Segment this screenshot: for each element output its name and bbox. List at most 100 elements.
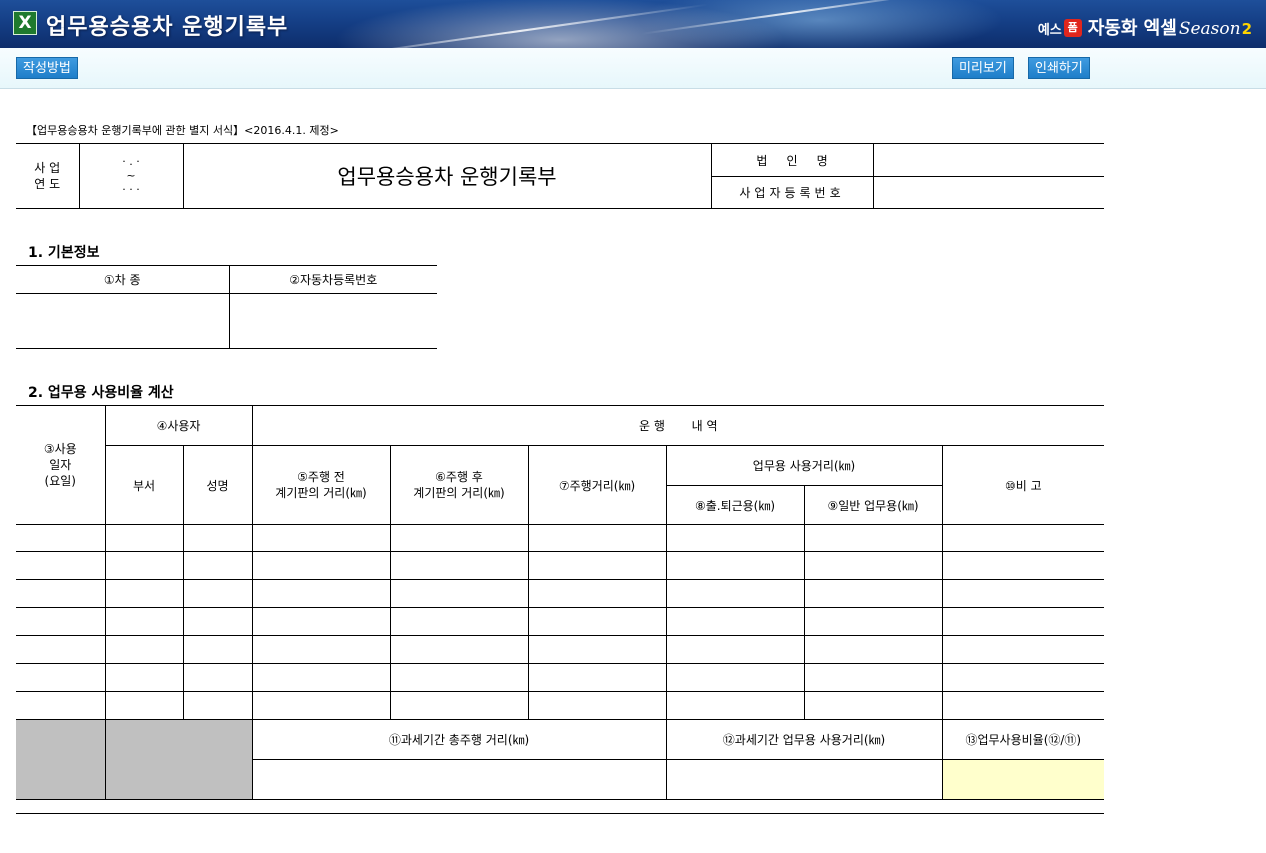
name-cell[interactable] (182, 663, 253, 692)
total-business-header: ⑫과세기간 업무용 사용거리(㎞) (665, 719, 943, 760)
note-cell[interactable] (941, 524, 1105, 552)
distance-cell[interactable] (527, 607, 667, 636)
table-row (16, 663, 1105, 692)
total-distance-header: ⑪과세기간 총주행 거리(㎞) (251, 719, 667, 760)
note-header: ⑩비 고 (941, 445, 1105, 525)
before-cell[interactable] (251, 524, 391, 552)
dept-cell[interactable] (104, 607, 184, 636)
before-cell[interactable] (251, 635, 391, 664)
brand-name: 자동화 엑셀 (1087, 18, 1177, 39)
dept-cell[interactable] (104, 579, 184, 608)
brand-season: Season (1178, 19, 1241, 39)
guide-button[interactable]: 작성방법 (16, 57, 78, 79)
before-cell[interactable] (251, 663, 391, 692)
commute-cell[interactable] (665, 635, 805, 664)
name-cell[interactable] (182, 551, 253, 580)
date-cell[interactable] (16, 551, 106, 580)
after-cell[interactable] (389, 524, 529, 552)
note-cell[interactable] (941, 551, 1105, 580)
usage-table: ③사용 일자 (요일) ④사용자 운 행 내 역 부서 성명 ⑤주행 전 계기판… (16, 405, 1105, 800)
dept-cell[interactable] (104, 691, 184, 720)
general-cell[interactable] (803, 551, 943, 580)
note-cell[interactable] (941, 635, 1105, 664)
business-ratio-value[interactable] (941, 759, 1105, 800)
date-cell[interactable] (16, 663, 106, 692)
dept-cell[interactable] (104, 524, 184, 552)
general-cell[interactable] (803, 663, 943, 692)
corp-name-value[interactable] (873, 143, 1104, 177)
commute-cell[interactable] (665, 691, 805, 720)
general-cell[interactable] (803, 579, 943, 608)
before-cell[interactable] (251, 607, 391, 636)
after-cell[interactable] (389, 691, 529, 720)
date-cell[interactable] (16, 691, 106, 720)
name-cell[interactable] (182, 635, 253, 664)
name-cell[interactable] (182, 691, 253, 720)
summary-gray-cell (104, 719, 253, 800)
year-range-cell[interactable]: · . · ~ · · · (79, 143, 184, 209)
general-cell[interactable] (803, 691, 943, 720)
print-button[interactable]: 인쇄하기 (1028, 57, 1090, 79)
before-cell[interactable] (251, 691, 391, 720)
commute-cell[interactable] (665, 579, 805, 608)
name-cell[interactable] (182, 524, 253, 552)
car-regno-header: ②자동차등록번호 (229, 265, 437, 294)
date-cell[interactable] (16, 524, 106, 552)
commute-cell[interactable] (665, 524, 805, 552)
distance-cell[interactable] (527, 524, 667, 552)
after-cell[interactable] (389, 551, 529, 580)
bizno-value[interactable] (873, 176, 1104, 209)
corp-name-label: 법 인 명 (711, 143, 874, 177)
after-cell[interactable] (389, 579, 529, 608)
distance-cell[interactable] (527, 579, 667, 608)
after-cell[interactable] (389, 635, 529, 664)
basic-info-table: ①차 종 ②자동차등록번호 (16, 265, 437, 349)
commute-cell[interactable] (665, 607, 805, 636)
form-end-line (16, 813, 1104, 814)
general-cell[interactable] (803, 635, 943, 664)
after-cell[interactable] (389, 663, 529, 692)
distance-cell[interactable] (527, 551, 667, 580)
odometer-before-header: ⑤주행 전 계기판의 거리(㎞) (251, 445, 391, 525)
date-cell[interactable] (16, 579, 106, 608)
dept-cell[interactable] (104, 551, 184, 580)
drive-detail-header: 운 행 내 역 (251, 405, 1105, 446)
distance-cell[interactable] (527, 691, 667, 720)
car-regno-value[interactable] (229, 293, 437, 349)
total-distance-value[interactable] (252, 759, 667, 800)
car-type-value[interactable] (16, 293, 230, 349)
distance-cell[interactable] (527, 635, 667, 664)
section-basic-title: 1. 기본정보 (28, 245, 100, 261)
dept-cell[interactable] (104, 635, 184, 664)
before-cell[interactable] (251, 551, 391, 580)
table-row (16, 524, 1105, 552)
table-row (16, 579, 1105, 608)
table-row (16, 551, 1105, 580)
commute-cell[interactable] (665, 551, 805, 580)
date-cell[interactable] (16, 635, 106, 664)
title-decoration (331, 3, 709, 48)
title-bar: X 업무용승용차 운행기록부 예스 폼 자동화 엑셀 Season 2 (0, 0, 1266, 48)
name-cell[interactable] (182, 607, 253, 636)
note-cell[interactable] (941, 579, 1105, 608)
date-cell[interactable] (16, 607, 106, 636)
total-business-value[interactable] (665, 759, 943, 800)
before-cell[interactable] (251, 579, 391, 608)
general-cell[interactable] (803, 607, 943, 636)
bizno-label: 사업자등록번호 (711, 176, 874, 209)
after-cell[interactable] (389, 607, 529, 636)
dept-cell[interactable] (104, 663, 184, 692)
note-cell[interactable] (941, 691, 1105, 720)
toolbar: 작성방법 미리보기 인쇄하기 (0, 48, 1266, 89)
car-type-header: ①차 종 (16, 265, 230, 294)
form-subtitle: 【업무용승용차 운행기록부에 관한 별지 서식】<2016.4.1. 제정> (26, 124, 339, 137)
name-cell[interactable] (182, 579, 253, 608)
brand-season-number: 2 (1241, 20, 1252, 38)
commute-cell[interactable] (665, 663, 805, 692)
distance-cell[interactable] (527, 663, 667, 692)
note-cell[interactable] (941, 663, 1105, 692)
preview-button[interactable]: 미리보기 (952, 57, 1014, 79)
note-cell[interactable] (941, 607, 1105, 636)
general-cell[interactable] (803, 524, 943, 552)
title-decoration (641, 0, 939, 35)
